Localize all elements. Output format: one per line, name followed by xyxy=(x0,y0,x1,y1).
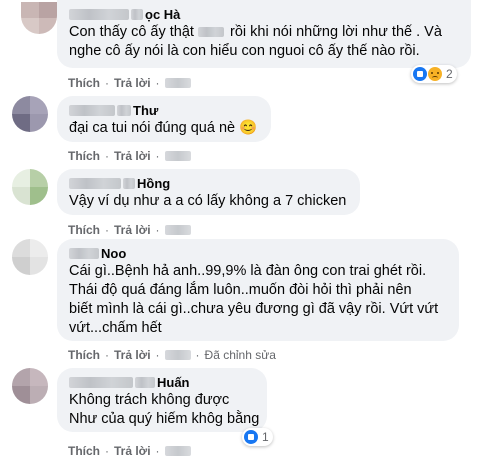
comment-author[interactable]: Thư xyxy=(69,102,259,118)
reply-button[interactable]: Trả lời xyxy=(114,223,151,237)
avatar[interactable] xyxy=(21,2,57,34)
comment-actions: Thích · Trả lời · · Đã chỉnh sửa xyxy=(68,348,276,362)
comment-author[interactable]: ọc Hà xyxy=(69,6,459,22)
like-button[interactable]: Thích xyxy=(68,348,100,362)
author-name[interactable]: Noo xyxy=(101,246,126,261)
comment-actions: Thích · Trả lời · xyxy=(68,76,191,90)
author-name[interactable]: Hồng xyxy=(137,176,170,191)
like-button[interactable]: Thích xyxy=(68,444,100,458)
reaction-summary[interactable]: 2 xyxy=(411,65,457,83)
comment-text: Con thấy cô ấy thật rồi khi nói những lờ… xyxy=(69,24,442,40)
comment-text: Không trách không được xyxy=(69,392,230,408)
reply-button[interactable]: Trả lời xyxy=(114,76,151,90)
comment-text: nghe cô ấy nói là con hiểu con nguoi cô … xyxy=(69,43,420,59)
timestamp[interactable] xyxy=(164,446,191,456)
comment-actions: Thích · Trả lời · xyxy=(68,223,191,237)
comment-bubble: Noo Cái gì..Bệnh hả anh..99,9% là đàn ôn… xyxy=(57,239,459,341)
comment-author[interactable]: Huấn xyxy=(69,374,255,390)
author-name[interactable]: Thư xyxy=(133,103,158,118)
comment-bubble: Huấn Không trách không được Như của quý … xyxy=(57,368,267,432)
comment-text: vứt...chấm hết xyxy=(69,320,162,336)
comment-author[interactable]: Hồng xyxy=(69,175,348,191)
reply-button[interactable]: Trả lời xyxy=(114,149,151,163)
comment-text: Thái độ quá đáng lắm luôn..muốn đòi hỏi … xyxy=(69,282,412,298)
comment-bubble: Thư đại ca tui nói đúng quá nè 😊 xyxy=(57,96,271,142)
avatar[interactable] xyxy=(12,169,48,205)
reaction-summary[interactable]: 1 xyxy=(242,428,273,446)
reaction-count: 2 xyxy=(446,67,453,81)
comment-text: Cái gì..Bệnh hả anh..99,9% là đàn ông co… xyxy=(69,263,427,279)
author-name[interactable]: ọc Hà xyxy=(145,7,180,22)
reply-button[interactable]: Trả lời xyxy=(114,444,151,458)
comment-text: đại ca tui nói đúng quá nè 😊 xyxy=(69,120,258,136)
comment-author[interactable]: Noo xyxy=(69,245,447,261)
like-button[interactable]: Thích xyxy=(68,76,100,90)
reaction-count: 1 xyxy=(262,430,269,444)
reply-button[interactable]: Trả lời xyxy=(114,348,151,362)
timestamp[interactable] xyxy=(164,225,191,235)
author-name[interactable]: Huấn xyxy=(157,375,190,390)
comment-bubble: ọc Hà Con thấy cô ấy thật rồi khi nói nh… xyxy=(57,0,471,68)
comment-bubble: Hồng Vậy ví dụ như a a có lấy không a 7 … xyxy=(57,169,360,215)
like-icon xyxy=(413,67,427,81)
comment-actions: Thích · Trả lời · xyxy=(68,149,191,163)
comment-text: biết mình là cái gì..chưa yêu đương gì đ… xyxy=(69,301,439,317)
avatar[interactable] xyxy=(12,239,48,275)
avatar[interactable] xyxy=(12,368,48,404)
sad-icon xyxy=(428,67,442,81)
avatar[interactable] xyxy=(12,96,48,132)
edited-label[interactable]: Đã chỉnh sửa xyxy=(205,348,276,362)
timestamp[interactable] xyxy=(164,78,191,88)
timestamp[interactable] xyxy=(164,350,191,360)
like-button[interactable]: Thích xyxy=(68,223,100,237)
comment-actions: Thích · Trả lời · xyxy=(68,444,191,458)
timestamp[interactable] xyxy=(164,151,191,161)
like-button[interactable]: Thích xyxy=(68,149,100,163)
comment-text: Như của quý hiếm khôg bằng xyxy=(69,411,260,427)
like-icon xyxy=(244,430,258,444)
comment-text: Vậy ví dụ như a a có lấy không a 7 chick… xyxy=(69,193,347,209)
